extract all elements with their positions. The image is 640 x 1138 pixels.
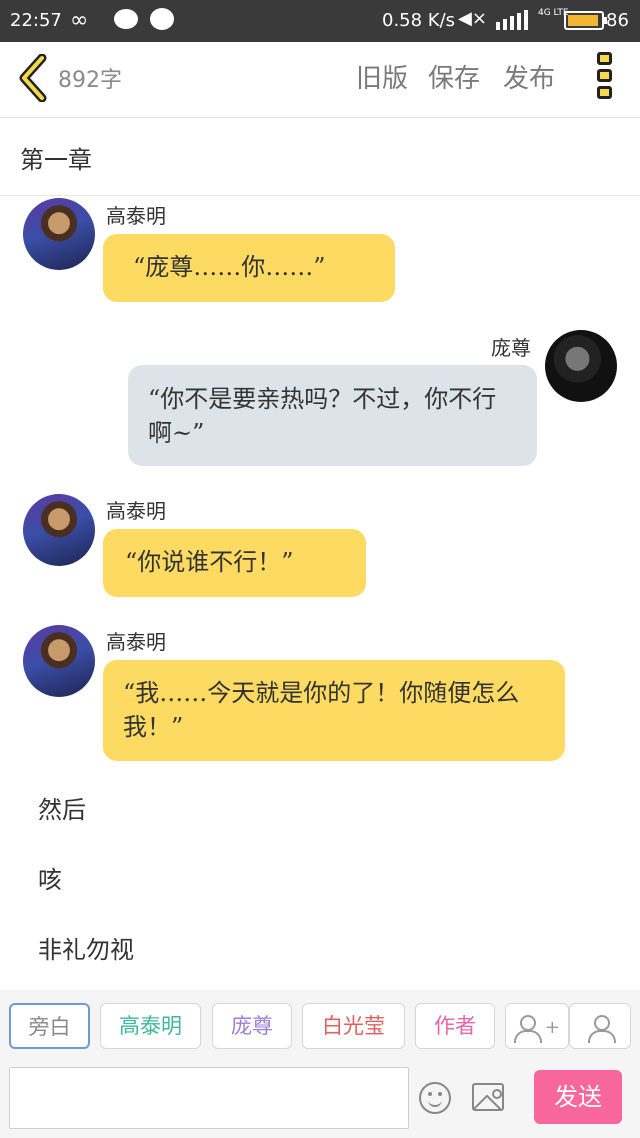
- add-role-button[interactable]: +: [505, 1003, 569, 1049]
- save-button[interactable]: 保存: [428, 58, 480, 95]
- speaker-name: 高泰明: [106, 630, 166, 654]
- role-author-button[interactable]: 作者: [415, 1003, 495, 1049]
- speaker-name: 高泰明: [106, 204, 166, 228]
- role-gaotaiming-button[interactable]: 高泰明: [100, 1003, 201, 1049]
- avatar[interactable]: [23, 198, 95, 270]
- publish-button[interactable]: 发布: [503, 58, 555, 95]
- mute-icon: ◀×: [458, 8, 487, 29]
- role-label: 旁白: [28, 1015, 71, 1039]
- message-bubble[interactable]: “我……今天就是你的了！你随便怎么我！”: [103, 660, 565, 761]
- battery-level: 86: [606, 10, 629, 31]
- role-label: 高泰明: [119, 1014, 182, 1038]
- more-vertical-icon[interactable]: [594, 52, 614, 104]
- role-label: 庞尊: [231, 1014, 273, 1038]
- message-icon: [114, 9, 138, 29]
- narration-text[interactable]: 非礼勿视: [38, 930, 134, 965]
- role-baiguangying-button[interactable]: 白光莹: [302, 1003, 405, 1049]
- emoji-icon[interactable]: [419, 1082, 451, 1114]
- wechat-icon: [150, 8, 174, 30]
- person-icon: [588, 1014, 616, 1043]
- avatar[interactable]: [23, 625, 95, 697]
- role-pangzun-button[interactable]: 庞尊: [212, 1003, 292, 1049]
- chevron-left-icon[interactable]: [16, 54, 50, 102]
- message-bubble[interactable]: “你不是要亲热吗？不过，你不行啊~”: [128, 365, 537, 466]
- battery-icon: [564, 11, 607, 30]
- speaker-name: 庞尊: [491, 336, 531, 360]
- plus-icon: +: [544, 1017, 560, 1038]
- avatar[interactable]: [545, 330, 617, 402]
- chapter-title: 第一章: [20, 146, 92, 174]
- avatar[interactable]: [23, 494, 95, 566]
- role-label: 白光莹: [322, 1014, 385, 1038]
- narration-text[interactable]: 咳: [38, 860, 62, 895]
- send-button[interactable]: 发送: [534, 1070, 622, 1124]
- message-bubble[interactable]: “庞尊……你……”: [103, 234, 395, 302]
- signal-icon: [496, 10, 528, 30]
- manage-roles-button[interactable]: [569, 1003, 631, 1049]
- speaker-name: 高泰明: [106, 499, 166, 523]
- chapter-title-row[interactable]: 第一章: [0, 118, 640, 196]
- status-bar: 22:57 ∞ 0.58 K/s ◀× 4G LTE 86: [0, 0, 640, 42]
- add-person-icon: [514, 1014, 543, 1043]
- old-version-button[interactable]: 旧版: [356, 58, 408, 95]
- narration-text[interactable]: 然后: [38, 790, 86, 825]
- infinity-icon: ∞: [70, 8, 89, 33]
- role-narrator-button[interactable]: 旁白: [9, 1003, 90, 1049]
- message-bubble[interactable]: “你说谁不行！”: [103, 529, 366, 597]
- status-time: 22:57: [10, 10, 62, 31]
- role-label: 作者: [434, 1014, 476, 1038]
- network-speed: 0.58 K/s: [382, 10, 456, 31]
- image-icon[interactable]: [472, 1083, 504, 1111]
- editor-header: 892字 旧版 保存 发布: [0, 42, 640, 118]
- word-count: 892字: [58, 68, 122, 93]
- message-input[interactable]: [9, 1067, 409, 1129]
